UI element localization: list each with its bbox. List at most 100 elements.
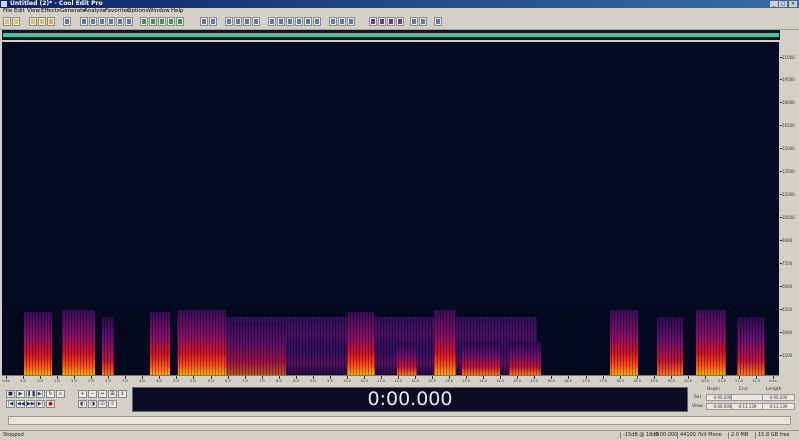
settings-icon[interactable] [410,17,418,26]
maximize-button[interactable]: □ [779,1,787,7]
menu-edit[interactable]: Edit [14,8,25,15]
zoom-selection-icon[interactable]: ⊞ [108,390,117,398]
go-to-end-button[interactable]: ▶| [36,400,45,408]
marker-icon[interactable] [225,17,233,26]
time-ruler[interactable]: hms 0:5 1:0 1:5 2:0 2:5 3:0 3:5 4:0 4:5 5:0 5:5 6:0 6… [2,375,779,385]
menu-options[interactable]: Options [127,8,148,15]
loop-icon[interactable] [252,17,260,26]
pause-button[interactable]: ❚❚ [26,390,35,398]
cut-icon[interactable] [80,17,88,26]
time-tick-label: 15:0 [513,379,521,383]
frequency-icon[interactable] [329,17,337,26]
time-tick-label: 14:5 [496,379,504,383]
mix-paste-icon[interactable] [107,17,115,26]
record-icon[interactable] [369,17,377,26]
minimize-button[interactable]: _ [770,1,778,7]
zoom-out-horizontal-icon[interactable]: − [88,390,97,398]
zoom-left-edge-icon[interactable]: ◧ [78,400,87,408]
sel-row-label: Sel [694,395,701,400]
time-tick-label: 8:0 [276,379,282,383]
multitrack-view-icon[interactable] [63,17,71,26]
time-tick-label: 9:5 [327,379,333,383]
spectral-view[interactable] [2,42,779,375]
effects-icon[interactable] [396,17,404,26]
level-meter-icon[interactable] [268,17,276,26]
statistics-icon[interactable] [387,17,395,26]
time-tick-label: 17:0 [582,379,590,383]
zoom-out-icon[interactable] [200,17,208,26]
zoom-vertical-out-icon[interactable]: ⇳ [108,400,117,408]
copy-icon[interactable] [89,17,97,26]
overview-bar[interactable] [2,30,780,40]
y-tick-label: 9000 [782,238,793,243]
status-state: Stopped [3,432,24,438]
go-to-start-button[interactable]: |◀ [6,400,15,408]
options-icon[interactable] [419,17,427,26]
time-tick-label: 2:0 [71,379,77,383]
play-button[interactable]: ▶ [16,390,25,398]
select-all-icon[interactable] [149,17,157,26]
save-file-icon[interactable] [29,17,37,26]
waveform-view-icon[interactable] [47,17,55,26]
undo-icon[interactable] [116,17,124,26]
zoom-in-icon[interactable] [176,17,184,26]
filter-icon[interactable] [313,17,321,26]
menu-generate[interactable]: Generate [60,8,86,15]
loop-play-button[interactable]: ↻ [46,390,55,398]
stop-button[interactable]: ■ [6,390,15,398]
status-level: -15dB @ 18dB [623,432,659,438]
paste-icon[interactable] [98,17,106,26]
loop-mode-button[interactable]: ∞ [56,390,65,398]
time-tick-label: 1:0 [37,379,43,383]
help-icon[interactable] [434,17,442,26]
time-tick-label: 18:0 [616,379,624,383]
rewind-button[interactable]: ◀◀ [16,400,25,408]
overview-range[interactable] [3,33,779,37]
zoom-right-edge-icon[interactable]: ◨ [88,400,97,408]
zoom-full-icon[interactable] [209,17,217,26]
cd-player-icon[interactable] [347,17,355,26]
close-file-icon[interactable] [38,17,46,26]
play-to-end-button[interactable]: ▶| [36,390,45,398]
view-end-field[interactable]: 0:11.139 [731,403,764,410]
y-tick-label: 4500 [782,307,793,312]
time-tick-label: 13:0 [445,379,453,383]
open-file-icon[interactable] [12,17,20,26]
menu-help[interactable]: Help [171,8,184,15]
menu-window[interactable]: Window [148,8,170,15]
repeat-last-icon[interactable] [140,17,148,26]
zoom-in-horizontal-icon[interactable]: + [78,390,87,398]
fast-forward-button[interactable]: ▶▶ [26,400,35,408]
pan-icon[interactable] [286,17,294,26]
menu-analyze[interactable]: Analyze [84,8,106,15]
close-button[interactable]: × [789,1,797,7]
sel-length-field[interactable]: 0:00.000 [762,394,795,401]
analysis-icon[interactable] [378,17,386,26]
scope-icon[interactable] [277,17,285,26]
zoom-full-icon[interactable]: ↔ [98,390,107,398]
time-tick-label: 2:5 [88,379,94,383]
time-tick-label: 20:5 [701,379,709,383]
new-file-icon[interactable] [3,17,11,26]
menu-file[interactable]: File [3,8,12,15]
time-tick-label: 4:0 [139,379,145,383]
waveform-display-icon[interactable] [167,17,175,26]
phase-icon[interactable] [338,17,346,26]
length-header: Length [766,387,782,392]
sel-end-field[interactable] [731,394,764,401]
menu-view[interactable]: View [27,8,40,15]
y-tick-label: 13500 [782,169,795,174]
spectral-view-icon[interactable] [158,17,166,26]
menu-effects[interactable]: Effects [41,8,60,15]
time-tick-label: 22:0 [752,379,760,383]
record-button[interactable]: ● [46,400,55,408]
zoom-out-full-icon[interactable]: ⊡ [98,400,107,408]
metronome-icon[interactable] [234,17,242,26]
snap-icon[interactable] [243,17,251,26]
zoom-in-vertical-icon[interactable]: ⇕ [118,390,127,398]
y-tick-label: 21000 [782,55,795,60]
envelope-icon[interactable] [295,17,303,26]
redo-icon[interactable] [125,17,133,26]
noise-icon[interactable] [304,17,312,26]
view-length-field[interactable]: 0:11.139 [762,403,795,410]
